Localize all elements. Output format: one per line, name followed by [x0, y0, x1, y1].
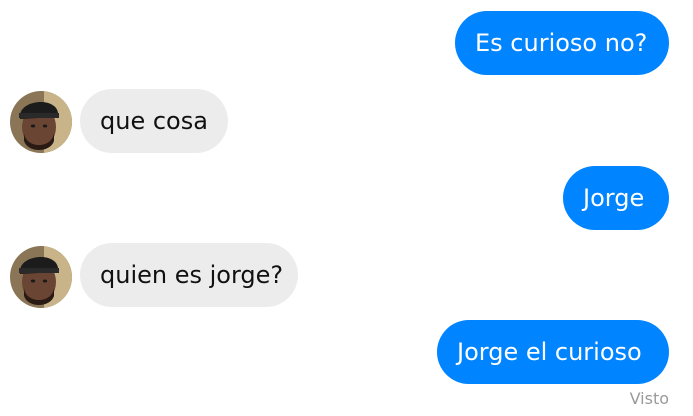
- contact-avatar[interactable]: [10, 246, 72, 308]
- message-bubble-outgoing[interactable]: Jorge el curioso: [437, 320, 669, 384]
- message-bubble-outgoing[interactable]: Es curioso no?: [455, 11, 669, 75]
- seen-status: Visto: [629, 389, 669, 408]
- message-bubble-incoming[interactable]: que cosa: [80, 89, 228, 153]
- message-bubble-outgoing[interactable]: Jorge: [563, 166, 669, 230]
- message-thread: Es curioso no? que cosa Jorge quien es j…: [0, 0, 693, 416]
- message-bubble-incoming[interactable]: quien es jorge?: [80, 243, 298, 307]
- profile-photo-avatar-icon: [10, 91, 72, 153]
- contact-avatar[interactable]: [10, 91, 72, 153]
- profile-photo-avatar-icon: [10, 246, 72, 308]
